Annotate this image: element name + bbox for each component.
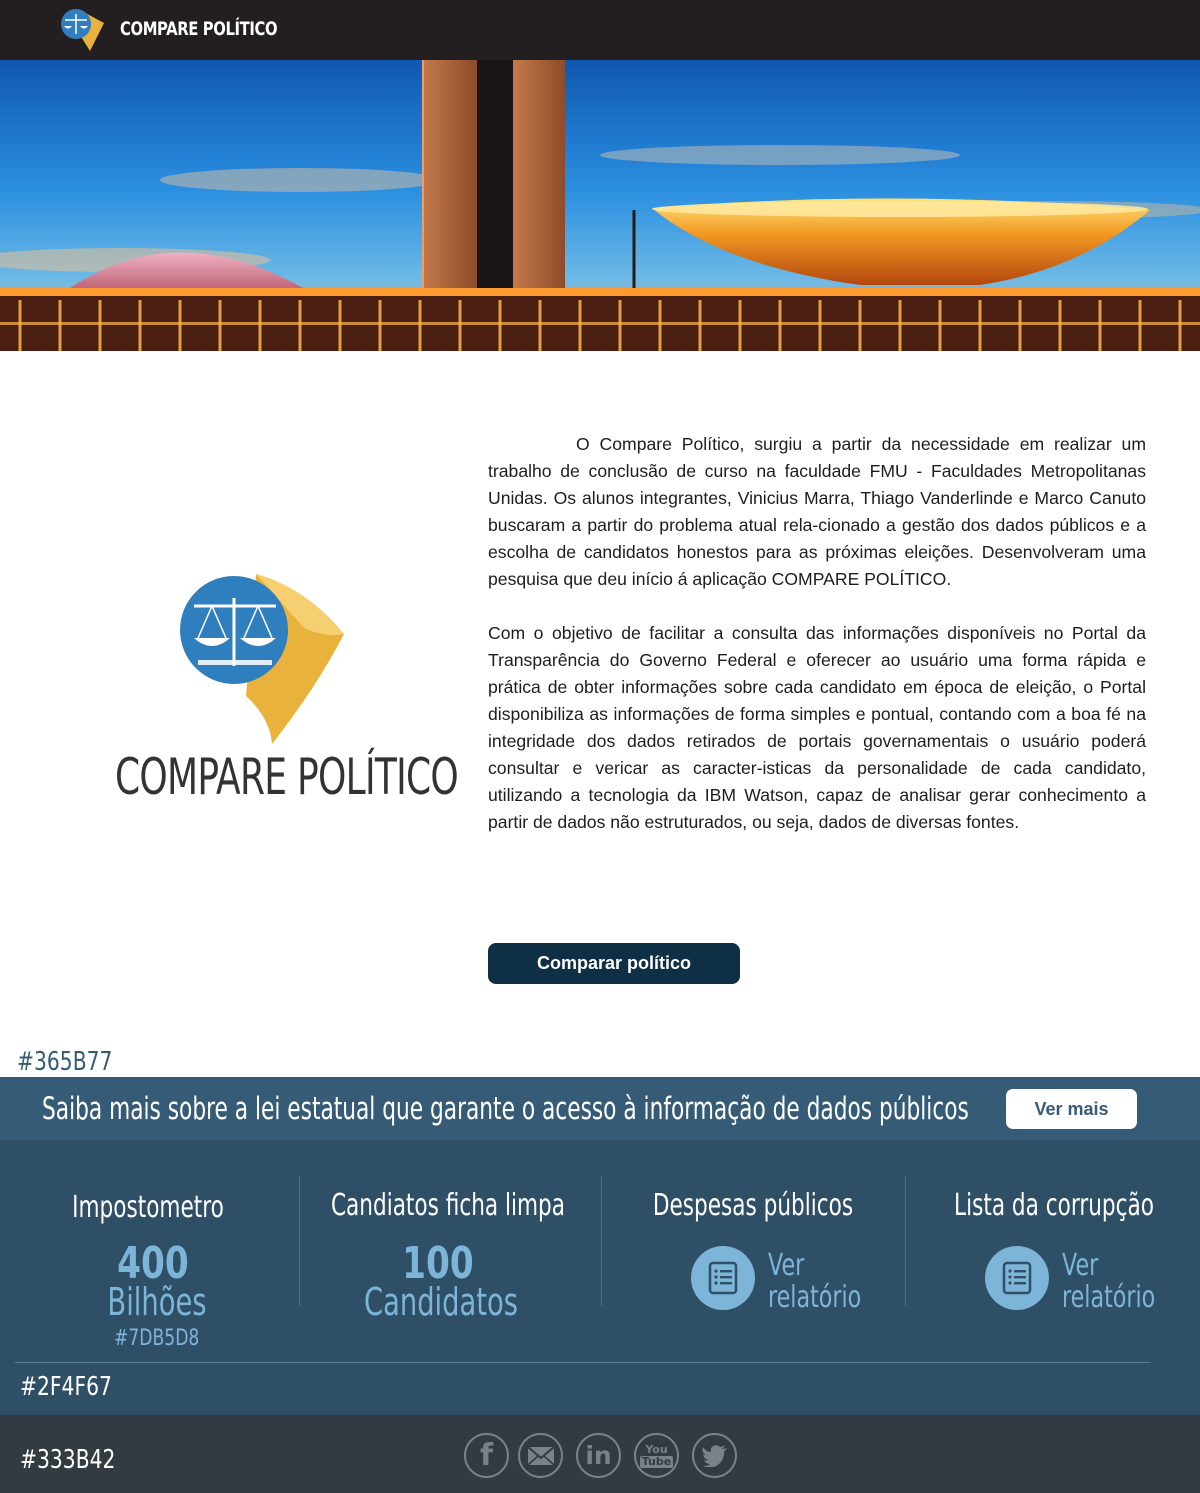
stat-title-corruption-list: Lista da corrupção: [954, 1188, 1154, 1223]
youtube-glyph: You Tube: [639, 1442, 674, 1468]
email-icon[interactable]: [518, 1433, 563, 1478]
stat-unit-impostometro: Bilhões: [107, 1280, 207, 1324]
document-icon: [708, 1261, 738, 1295]
stats-panel: Impostometro 400 Bilhões #7DB5D8 Candiat…: [0, 1140, 1200, 1415]
bird-glyph: [701, 1444, 727, 1467]
footer-color-annotation: #333B42: [20, 1445, 116, 1475]
facebook-glyph: f: [479, 1438, 494, 1473]
header-brand-title: COMPARE POLÍTICO: [120, 18, 278, 40]
compare-politico-large-logo-icon: [180, 574, 344, 744]
report-link-line-2: relatório: [768, 1280, 862, 1315]
facebook-icon[interactable]: f: [464, 1433, 509, 1478]
linkedin-icon[interactable]: in: [576, 1433, 621, 1478]
report-link-line-1: Ver: [1062, 1248, 1099, 1283]
envelope-glyph: [526, 1445, 555, 1466]
twitter-icon[interactable]: [692, 1433, 737, 1478]
stat-unit-clean-record: Candidatos: [363, 1280, 519, 1324]
report-link-line-2: relatório: [1062, 1280, 1156, 1315]
info-banner-text: Saiba mais sobre a lei estatual que gara…: [42, 1091, 969, 1127]
stat-divider: [905, 1176, 906, 1306]
stats-color-annotation: #2F4F67: [20, 1372, 112, 1402]
report-button-public-expenses[interactable]: [691, 1246, 755, 1310]
accent-color-annotation: #7DB5D8: [114, 1326, 200, 1351]
document-icon: [1002, 1261, 1032, 1295]
banner-color-annotation: #365B77: [17, 1047, 113, 1077]
stat-title-public-expenses: Despesas públicos: [652, 1188, 854, 1223]
youtube-bottom-text: Tube: [639, 1454, 674, 1468]
report-link-public-expenses[interactable]: Ver relatório: [768, 1250, 861, 1314]
compare-politico-logo-icon[interactable]: [56, 5, 108, 55]
stats-divider-line: [15, 1362, 1151, 1363]
about-paragraph-2: Com o objetivo de facilitar a consulta d…: [488, 623, 1146, 832]
linkedin-glyph: in: [585, 1441, 612, 1470]
report-link-line-1: Ver: [768, 1248, 805, 1283]
stat-divider: [299, 1176, 300, 1306]
report-link-corruption-list[interactable]: Ver relatório: [1062, 1250, 1155, 1314]
about-text: O Compare Político, surgiu a partir da n…: [488, 431, 1146, 836]
stat-divider: [601, 1176, 602, 1306]
about-paragraph-1: O Compare Político, surgiu a partir da n…: [488, 434, 1146, 589]
hero-banner-image: [0, 60, 1200, 351]
compare-politician-button[interactable]: Comparar político: [488, 943, 740, 984]
youtube-icon[interactable]: You Tube: [634, 1433, 679, 1478]
stat-title-clean-record: Candiatos ficha limpa: [330, 1188, 566, 1223]
see-more-button[interactable]: Ver mais: [1006, 1089, 1137, 1129]
top-navbar: COMPARE POLÍTICO: [0, 0, 1200, 60]
report-button-corruption-list[interactable]: [985, 1246, 1049, 1310]
youtube-top-text: You: [645, 1442, 668, 1456]
info-banner: Saiba mais sobre a lei estatual que gara…: [0, 1077, 1200, 1140]
footer: #333B42 f in You Tube: [0, 1415, 1200, 1493]
compare-politico-wordmark: COMPARE POLÍTICO: [115, 748, 459, 806]
stat-title-impostometro: Impostometro: [72, 1190, 224, 1225]
